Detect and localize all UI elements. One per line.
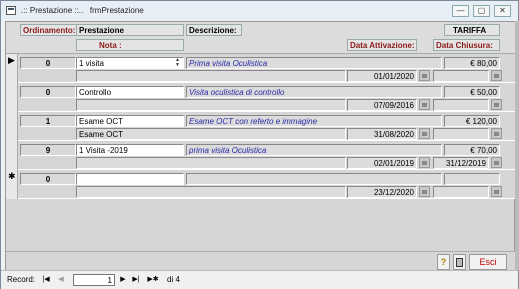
- descrizione-label: Descrizione:: [186, 24, 242, 36]
- nota-field[interactable]: Esame OCT: [76, 128, 346, 140]
- nota-field[interactable]: [76, 99, 346, 111]
- data-chiusura-label: Data Chiusura:: [433, 39, 500, 51]
- form-body: Ordinamento: Prestazione Descrizione: TA…: [5, 21, 516, 271]
- tariffa-field[interactable]: € 120,00: [444, 115, 500, 127]
- esci-button[interactable]: Esci: [469, 254, 507, 270]
- data-chiusura-field[interactable]: 31/12/2019: [433, 157, 489, 169]
- ordinamento-field[interactable]: 0: [20, 86, 76, 98]
- descrizione-field[interactable]: Esame OCT con referto e immagine: [186, 115, 442, 127]
- data-attivazione-field[interactable]: 02/01/2019: [347, 157, 417, 169]
- calendar-attivazione-button[interactable]: [419, 99, 430, 110]
- descrizione-field[interactable]: Prima visita Oculistica: [186, 57, 442, 69]
- minimize-button[interactable]: —: [452, 5, 469, 17]
- record-row: 91 Visita -2019 prima visita Oculistica € …: [6, 141, 516, 170]
- prestazione-spin-icon[interactable]: ▲ ▼: [174, 58, 181, 68]
- record-marker: ✱: [8, 171, 16, 181]
- calendar-chiusura-button[interactable]: [491, 70, 502, 81]
- help-button[interactable]: ?: [437, 254, 450, 270]
- tariffa-field[interactable]: € 80,00: [444, 57, 500, 69]
- prestazione-label: Prestazione: [76, 24, 184, 36]
- tariffa-label: TARIFFA: [444, 24, 500, 36]
- close-button[interactable]: ✕: [494, 5, 511, 17]
- record-selector[interactable]: [6, 141, 18, 170]
- data-chiusura-field[interactable]: [433, 70, 489, 82]
- calendar-chiusura-button[interactable]: [491, 99, 502, 110]
- ordinamento-field[interactable]: 0: [20, 57, 76, 69]
- record-marker: ▶: [8, 55, 15, 65]
- nota-field[interactable]: [76, 186, 346, 198]
- record-row: ▶ 0 1 visita Prima visita Oculistica € 80,00…: [6, 54, 516, 83]
- delete-button[interactable]: [453, 254, 466, 270]
- prestazione-field[interactable]: Esame OCT: [76, 115, 184, 127]
- record-row: 1 Esame OCT Esame OCT con referto e immagi…: [6, 112, 516, 141]
- app-window: .:: Prestazione ::.. frmPrestazione — ▢ …: [0, 0, 519, 289]
- title-bar: .:: Prestazione ::.. frmPrestazione — ▢ …: [1, 1, 518, 21]
- data-attivazione-field[interactable]: 01/01/2020: [347, 70, 417, 82]
- prestazione-field[interactable]: 1 visita: [76, 57, 184, 69]
- maximize-button[interactable]: ▢: [473, 5, 490, 17]
- form-icon: [6, 6, 16, 15]
- nota-field[interactable]: [76, 70, 346, 82]
- data-chiusura-field[interactable]: [433, 186, 489, 198]
- form-footer: ? Esci: [6, 251, 516, 271]
- nota-label: Nota :: [76, 39, 184, 51]
- record-row: ✱ 0 23/12/2020: [6, 170, 516, 199]
- vertical-scrollbar[interactable]: [515, 21, 519, 270]
- record-total: di 4: [167, 275, 180, 284]
- descrizione-field[interactable]: [186, 173, 442, 185]
- first-record-button[interactable]: |◀: [41, 275, 51, 285]
- data-chiusura-field[interactable]: [433, 99, 489, 111]
- data-chiusura-field[interactable]: [433, 128, 489, 140]
- prestazione-field[interactable]: [76, 173, 184, 185]
- prestazione-field[interactable]: Controllo: [76, 86, 184, 98]
- record-selector[interactable]: [6, 112, 18, 141]
- record-selector[interactable]: [6, 83, 18, 112]
- tariffa-field[interactable]: € 70,00: [444, 144, 500, 156]
- ordinamento-field[interactable]: 1: [20, 115, 76, 127]
- tariffa-field[interactable]: [444, 173, 500, 185]
- record-label: Record:: [7, 275, 36, 284]
- calendar-chiusura-button[interactable]: [491, 186, 502, 197]
- form-header: Ordinamento: Prestazione Descrizione: TA…: [6, 22, 516, 54]
- tariffa-field[interactable]: € 50,00: [444, 86, 500, 98]
- data-attivazione-field[interactable]: 07/09/2016: [347, 99, 417, 111]
- trash-icon: [456, 258, 463, 267]
- ordinamento-label: Ordinamento:: [20, 24, 78, 36]
- new-record-button[interactable]: ▶✱: [145, 275, 161, 285]
- record-selector[interactable]: ▶: [6, 54, 18, 83]
- next-record-button[interactable]: ▶: [118, 275, 128, 285]
- help-icon: ?: [440, 257, 447, 267]
- nota-field[interactable]: [76, 157, 346, 169]
- record-navigation: Record: |◀ ◀ 1 ▶ ▶| ▶✱ di 4: [1, 270, 518, 289]
- data-attivazione-field[interactable]: 31/08/2020: [347, 128, 417, 140]
- calendar-attivazione-button[interactable]: [419, 157, 430, 168]
- calendar-attivazione-button[interactable]: [419, 186, 430, 197]
- window-title: .:: Prestazione ::.. frmPrestazione: [21, 6, 144, 15]
- data-attivazione-field[interactable]: 23/12/2020: [347, 186, 417, 198]
- ordinamento-field[interactable]: 0: [20, 173, 76, 185]
- calendar-attivazione-button[interactable]: [419, 128, 430, 139]
- data-attivazione-label: Data Attivazione:: [347, 39, 417, 51]
- calendar-chiusura-button[interactable]: [491, 157, 502, 168]
- record-row: 0 Controllo Visita oculistica di controllo…: [6, 83, 516, 112]
- calendar-chiusura-button[interactable]: [491, 128, 502, 139]
- prestazione-field[interactable]: 1 Visita -2019: [76, 144, 184, 156]
- calendar-attivazione-button[interactable]: [419, 70, 430, 81]
- current-record-input[interactable]: 1: [73, 274, 115, 286]
- last-record-button[interactable]: ▶|: [131, 275, 141, 285]
- descrizione-field[interactable]: prima visita Oculistica: [186, 144, 442, 156]
- record-selector[interactable]: ✱: [6, 170, 18, 199]
- prev-record-button[interactable]: ◀: [56, 275, 66, 285]
- descrizione-field[interactable]: Visita oculistica di controllo: [186, 86, 442, 98]
- ordinamento-field[interactable]: 9: [20, 144, 76, 156]
